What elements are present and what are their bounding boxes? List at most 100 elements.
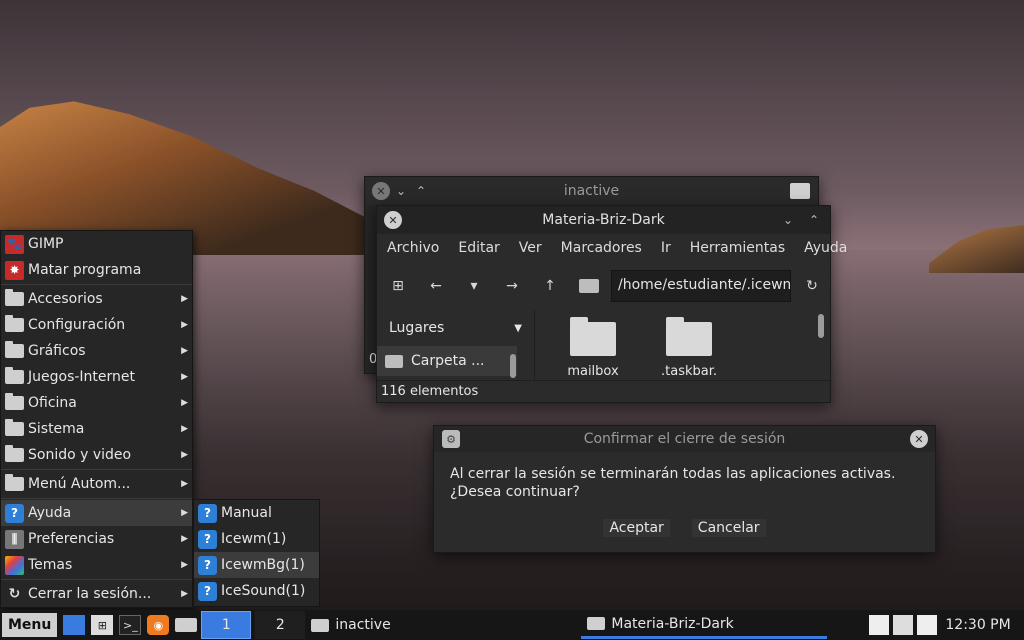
menu-item-label: Icewm(1)	[221, 531, 287, 547]
menu-item-gimp[interactable]: 🐾 GIMP	[1, 231, 192, 257]
back-arrow-icon[interactable]: ←	[427, 278, 445, 294]
tray-network-icon[interactable]	[893, 615, 914, 635]
menu-item-graficos[interactable]: Gráficos ▶	[1, 338, 192, 364]
task-inactive[interactable]: inactive	[305, 611, 581, 639]
submenu-item-manual[interactable]: ? Manual	[194, 500, 319, 526]
gimp-icon: 🐾	[5, 234, 24, 254]
folder-icon	[587, 617, 606, 630]
chevron-up-icon[interactable]: ⌃	[804, 210, 824, 230]
folder-icon	[790, 183, 810, 199]
file-manager-launcher-icon[interactable]	[175, 618, 198, 632]
submenu-item-icewm[interactable]: ? Icewm(1)	[194, 526, 319, 552]
file-view: mailbox .taskbar.	[535, 310, 830, 380]
themes-icon	[5, 555, 24, 575]
file-manager-menubar: Archivo Editar Ver Marcadores Ir Herrami…	[377, 234, 847, 262]
side-pane: Lugares ▼ Carpeta ...	[377, 310, 535, 380]
menu-item-logout[interactable]: ↻ Cerrar la sesión... ▶	[1, 581, 192, 607]
menu-marcadores[interactable]: Marcadores	[561, 240, 642, 256]
chevron-down-icon[interactable]: ⌄	[778, 210, 798, 230]
file-manager-toolbar: ⊞ ← ▾ → ↑ /home/estudiante/.icewm ↻	[377, 262, 830, 310]
folder-icon	[5, 445, 24, 462]
menu-ver[interactable]: Ver	[519, 240, 542, 256]
file-item-taskbar[interactable]: .taskbar.	[661, 317, 717, 380]
drive-icon[interactable]	[579, 279, 599, 293]
sidebar-item-label: Carpeta ...	[411, 353, 485, 369]
close-icon[interactable]: ✕	[383, 210, 403, 230]
folder-icon	[5, 419, 24, 436]
menu-item-ayuda[interactable]: ? Ayuda ▶	[1, 500, 192, 526]
wallpaper-cliff-right	[929, 225, 1024, 273]
menu-item-temas[interactable]: Temas ▶	[1, 552, 192, 578]
menu-item-configuracion[interactable]: Configuración ▶	[1, 312, 192, 338]
clock[interactable]: 12:30 PM	[945, 617, 1010, 633]
menu-item-kill[interactable]: ✸ Matar programa	[1, 257, 192, 283]
logout-confirm-dialog[interactable]: ⚙ Confirmar el cierre de sesión ✕ Al cer…	[433, 425, 936, 553]
menu-ir[interactable]: Ir	[661, 240, 671, 256]
menu-separator	[1, 469, 192, 470]
dialog-buttons: Aceptar Cancelar	[434, 519, 935, 537]
menu-separator	[1, 498, 192, 499]
window-list-icon[interactable]: ⊞	[91, 615, 114, 635]
menu-herramientas[interactable]: Herramientas	[690, 240, 785, 256]
chevron-down-icon[interactable]: ⌄	[391, 181, 411, 201]
menu-item-sonido-video[interactable]: Sonido y video ▶	[1, 442, 192, 468]
accept-button[interactable]: Aceptar	[603, 519, 670, 537]
submenu-arrow-icon: ▶	[181, 534, 188, 544]
cancel-button[interactable]: Cancelar	[691, 519, 766, 537]
menu-archivo[interactable]: Archivo	[387, 240, 439, 256]
new-tab-icon[interactable]: ⊞	[389, 278, 407, 294]
workspace-label: 2	[275, 617, 285, 633]
reload-icon[interactable]: ↻	[803, 278, 821, 294]
menu-item-oficina[interactable]: Oficina ▶	[1, 390, 192, 416]
menu-item-accesorios[interactable]: Accesorios ▶	[1, 286, 192, 312]
up-arrow-icon[interactable]: ↑	[541, 278, 559, 294]
close-icon[interactable]: ✕	[371, 181, 391, 201]
inactive-titlebar[interactable]: ✕ ⌄ ⌃ inactive	[365, 177, 818, 205]
workspace-2[interactable]: 2	[255, 611, 306, 639]
forward-arrow-icon[interactable]: →	[503, 278, 521, 294]
close-icon[interactable]: ✕	[909, 429, 929, 449]
chevron-up-icon[interactable]: ⌃	[411, 181, 431, 201]
menu-item-label: Oficina	[28, 395, 77, 411]
dialog-titlebar[interactable]: ⚙ Confirmar el cierre de sesión ✕	[434, 426, 935, 452]
submenu-arrow-icon: ▶	[181, 424, 188, 434]
folder-icon	[5, 393, 24, 410]
menu-item-label: Sonido y video	[28, 447, 132, 463]
file-item-mailbox[interactable]: mailbox	[565, 317, 621, 380]
menu-item-sistema[interactable]: Sistema ▶	[1, 416, 192, 442]
status-bar: 116 elementos	[377, 380, 830, 402]
tray-monitor-icon[interactable]	[869, 615, 890, 635]
file-label: .taskbar.	[661, 364, 717, 379]
show-desktop-icon[interactable]	[63, 615, 86, 635]
help-icon: ?	[198, 581, 217, 601]
path-bar[interactable]: /home/estudiante/.icewm	[611, 270, 791, 302]
tray-cpu-icon[interactable]	[917, 615, 938, 635]
file-manager-titlebar[interactable]: ✕ Materia-Briz-Dark ⌄ ⌃	[377, 206, 830, 234]
submenu-item-icewmbg[interactable]: ? IcewmBg(1)	[194, 552, 319, 578]
browser-icon[interactable]: ◉	[147, 615, 170, 635]
menu-item-label: Temas	[28, 557, 73, 573]
menu-item-label: Juegos-Internet	[28, 369, 136, 385]
terminal-icon[interactable]: >_	[119, 615, 142, 635]
menu-item-juegos-internet[interactable]: Juegos-Internet ▶	[1, 364, 192, 390]
sidebar-item-home[interactable]: Carpeta ...	[377, 346, 517, 376]
submenu-item-icesound[interactable]: ? IceSound(1)	[194, 578, 319, 604]
places-selector[interactable]: Lugares ▼	[377, 310, 534, 346]
menu-item-label: Menú Autom...	[28, 476, 131, 492]
menu-button[interactable]: Menu	[2, 613, 58, 637]
task-materia-briz-dark[interactable]: Materia-Briz-Dark	[581, 611, 828, 639]
menu-item-auto-menu[interactable]: Menú Autom... ▶	[1, 471, 192, 497]
menu-ayuda[interactable]: Ayuda	[804, 240, 847, 256]
sidebar-scrollbar[interactable]	[510, 354, 516, 378]
help-icon: ?	[198, 503, 217, 523]
menu-item-preferencias[interactable]: ⫼ Preferencias ▶	[1, 526, 192, 552]
menu-editar[interactable]: Editar	[458, 240, 499, 256]
history-dropdown-icon[interactable]: ▾	[465, 278, 483, 294]
submenu-arrow-icon: ▶	[181, 589, 188, 599]
status-text: 116 elementos	[381, 384, 479, 399]
file-view-scrollbar[interactable]	[818, 314, 824, 338]
file-manager-window[interactable]: ✕ Materia-Briz-Dark ⌄ ⌃ Archivo Editar V…	[376, 205, 847, 403]
file-label: mailbox	[567, 364, 619, 379]
submenu-arrow-icon: ▶	[181, 560, 188, 570]
workspace-1[interactable]: 1	[201, 611, 252, 639]
